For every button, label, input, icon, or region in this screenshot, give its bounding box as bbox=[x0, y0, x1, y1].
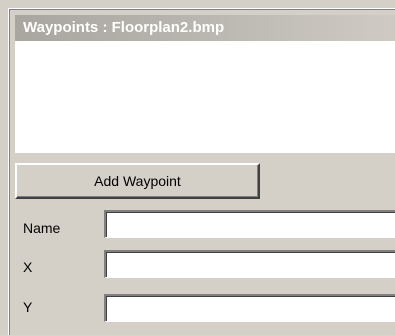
panel-title-bar: Waypoints : Floorplan2.bmp bbox=[15, 15, 395, 41]
x-field[interactable] bbox=[104, 250, 395, 278]
add-waypoint-button-label: Add Waypoint bbox=[94, 173, 181, 189]
x-label: X bbox=[23, 259, 33, 275]
name-field[interactable] bbox=[104, 210, 395, 238]
y-field[interactable] bbox=[104, 294, 395, 322]
add-waypoint-button[interactable]: Add Waypoint bbox=[15, 163, 260, 199]
panel-title: Waypoints : Floorplan2.bmp bbox=[23, 19, 225, 36]
waypoints-panel: Waypoints : Floorplan2.bmp Add Waypoint … bbox=[0, 0, 395, 335]
name-label: Name bbox=[23, 220, 61, 236]
waypoint-list[interactable] bbox=[15, 41, 395, 153]
y-label: Y bbox=[23, 299, 33, 315]
